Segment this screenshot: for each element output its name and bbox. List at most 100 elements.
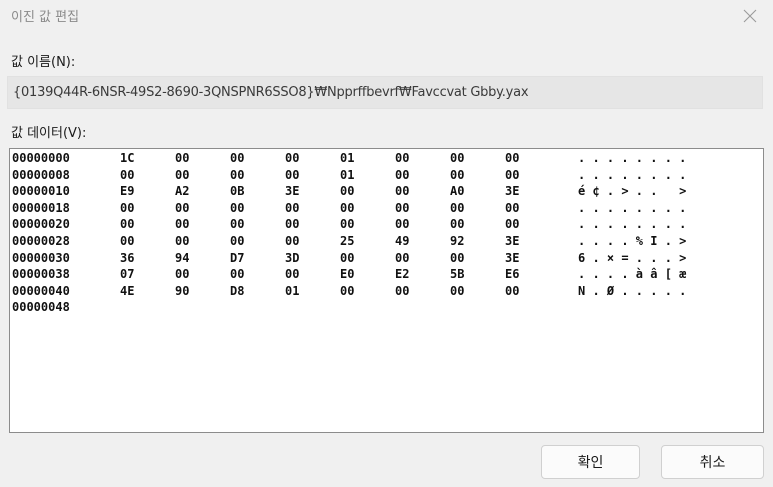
hex-offset: 00000010 [12,184,70,199]
hex-byte: 01 [340,167,355,182]
hex-byte: 00 [395,151,410,165]
hex-byte: 00 [505,167,520,182]
hex-ascii: . . . . . . . . [578,167,687,182]
hex-byte: 00 [450,250,465,265]
hex-byte: D8 [230,283,245,298]
hex-byte: 25 [340,234,355,248]
hex-byte: 3E [505,250,520,265]
hex-byte: 00 [395,250,410,265]
value-name-field[interactable]: {0139Q44R-6NSR-49S2-8690-3QNSPNR6SSO8}₩N… [7,76,763,109]
hex-byte: 00 [120,200,135,215]
hex-byte: 00 [505,217,520,232]
hex-byte: 00 [175,267,190,282]
hex-offset: 00000038 [12,267,70,282]
hex-byte: 00 [505,283,520,298]
hex-row: 00000000 1C 00 00 00 01 00 00 00 . . . . . . . . [10,151,763,167]
hex-byte: 00 [450,283,465,298]
title-bar: 이진 값 편집 [0,0,773,34]
hex-byte: 00 [230,217,245,232]
hex-byte: 00 [450,151,465,165]
hex-offset: 00000028 [12,234,70,248]
hex-byte: 00 [340,283,355,298]
hex-byte: 00 [340,250,355,265]
hex-byte: 00 [285,167,300,182]
hex-byte: 3E [285,184,300,199]
close-button[interactable] [727,0,773,32]
hex-row: 00000048 [10,300,763,316]
hex-ascii: N . Ø . . . . . [578,283,687,298]
hex-row: 00000038 07 00 00 00 E0 E2 5B E6 . . . . à â [ æ [10,267,763,283]
hex-byte: 3D [285,250,300,265]
value-data-label: 값 데이터(V): [11,126,87,141]
hex-byte: 94 [175,250,190,265]
hex-byte: 3E [505,234,520,248]
hex-byte: 00 [340,184,355,199]
hex-offset: 00000018 [12,200,70,215]
hex-byte: 00 [505,151,520,165]
button-bar: 확인 취소 [0,433,773,487]
hex-byte: D7 [230,250,245,265]
hex-byte: 00 [450,167,465,182]
hex-byte: E6 [505,267,520,282]
hex-byte: 00 [175,167,190,182]
hex-byte: 00 [505,200,520,215]
hex-byte: E0 [340,267,355,282]
hex-byte: 36 [120,250,135,265]
hex-byte: 00 [175,200,190,215]
hex-ascii: 6 . × = . . . > [578,250,687,265]
hex-byte: 07 [120,267,135,282]
hex-byte: 00 [175,151,190,165]
hex-byte: 00 [395,167,410,182]
value-name-label: 값 이름(N): [11,55,76,70]
hex-byte: 4E [120,283,135,298]
hex-byte: E9 [120,184,135,199]
hex-ascii: . . . . . . . . [578,217,687,232]
hex-byte: 00 [395,217,410,232]
hex-byte: 3E [505,184,520,199]
hex-byte: 00 [285,217,300,232]
hex-row: 00000040 4E 90 D8 01 00 00 00 00 N . Ø . . . . . [10,284,763,300]
hex-offset: 00000048 [12,300,70,315]
hex-byte: 00 [120,234,135,248]
cancel-button[interactable]: 취소 [661,445,764,479]
hex-byte: A0 [450,184,465,199]
hex-offset: 00000040 [12,283,70,298]
hex-byte: 92 [450,234,465,248]
hex-row: 00000028 00 00 00 00 25 49 92 3E . . . . % I . > [10,234,763,250]
hex-byte: 00 [340,200,355,215]
hex-editor[interactable]: 00000000 1C 00 00 00 01 00 00 00. . . . . . . .0… [9,148,764,433]
hex-byte: 00 [340,217,355,232]
hex-row: 00000010 E9 A2 0B 3E 00 00 A0 3E é ¢ . > . . > [10,184,763,200]
hex-byte: 00 [395,200,410,215]
hex-offset: 00000000 [12,151,70,165]
hex-byte: 00 [450,200,465,215]
hex-byte: 00 [285,234,300,248]
hex-offset: 00000020 [12,217,70,232]
hex-byte: 49 [395,234,410,248]
hex-ascii: . . . . . . . . [578,200,687,215]
hex-byte: 00 [285,151,300,165]
hex-byte: 01 [285,283,300,298]
hex-byte: 00 [175,217,190,232]
hex-byte: 5B [450,267,465,282]
dialog-title: 이진 값 편집 [11,10,80,25]
edit-binary-value-dialog: 이진 값 편집 값 이름(N): {0139Q44R-6NSR-49S2-869… [0,0,773,487]
hex-byte: A2 [175,184,190,199]
close-icon [743,9,757,23]
ok-button[interactable]: 확인 [541,445,640,479]
hex-byte: 00 [120,217,135,232]
hex-byte: 0B [230,184,245,199]
hex-row: 00000030 36 94 D7 3D 00 00 00 3E 6 . × = . . . > [10,251,763,267]
hex-offset: 00000008 [12,167,70,182]
hex-offset: 00000030 [12,250,70,265]
hex-byte: 00 [285,200,300,215]
hex-ascii: . . . . . . . . [578,151,687,165]
hex-byte: 00 [230,200,245,215]
hex-byte: 1C [120,151,135,165]
hex-row: 00000020 00 00 00 00 00 00 00 00 . . . . . . . . [10,217,763,233]
hex-byte: 90 [175,283,190,298]
hex-byte: 00 [230,151,245,165]
hex-byte: 00 [230,234,245,248]
hex-byte: 00 [450,217,465,232]
hex-ascii: é ¢ . > . . > [578,184,687,199]
